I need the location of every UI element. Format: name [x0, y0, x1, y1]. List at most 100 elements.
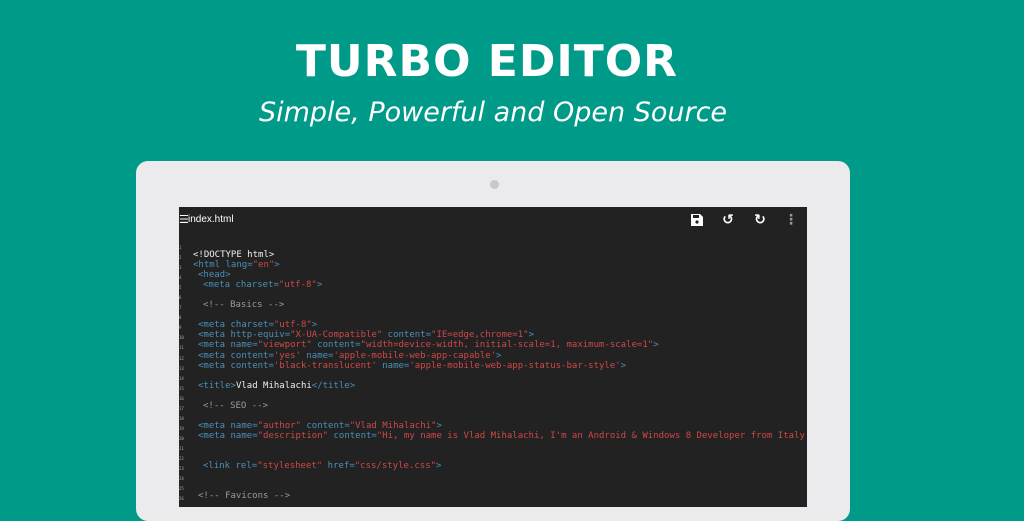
editor-screen: ☰ index.html ↺ ↻ ⋮ 1 2 <!DOCTYPE html> 3 <ht…: [179, 207, 807, 507]
code-token: name=: [230, 340, 258, 351]
code-token: >: [436, 461, 442, 472]
code-line[interactable]: 5 <meta charset="utf-8">: [179, 280, 807, 290]
code-token: <meta: [198, 430, 231, 441]
code-token: <meta: [203, 280, 236, 291]
tablet-frame: ☰ index.html ↺ ↻ ⋮ 1 2 <!DOCTYPE html> 3 <ht…: [136, 161, 850, 521]
code-line[interactable]: 14: [179, 371, 807, 381]
code-token: name=: [230, 430, 258, 441]
line-text: <link rel="stylesheet" href="css/style.c…: [203, 461, 441, 471]
code-token: lang=: [225, 260, 253, 271]
code-token: <html: [193, 260, 226, 271]
code-line[interactable]: 12 <meta content='yes' name='apple-mobile…: [179, 351, 807, 361]
line-text: <meta name="viewport" content="width=dev…: [198, 340, 659, 350]
code-token: "utf-8": [278, 280, 317, 291]
line-text: <title>Vlad Mihalachi</title>: [198, 381, 355, 391]
code-token: </title>: [311, 380, 356, 391]
file-name[interactable]: index.html: [188, 214, 234, 225]
line-text: <meta name="description" content="Hi, my…: [198, 431, 807, 441]
code-token: "Vlad Mihalachi": [349, 420, 437, 431]
code-token: charset=: [235, 280, 279, 291]
code-token: 'black-translucent': [273, 360, 377, 371]
more-icon[interactable]: ⋮: [783, 212, 799, 228]
line-text: <!-- Basics -->: [203, 300, 284, 310]
camera-dot: [490, 180, 499, 189]
code-token: >: [496, 350, 502, 361]
code-line[interactable]: 8: [179, 310, 807, 320]
code-line[interactable]: 7 <!-- Basics -->: [179, 300, 807, 310]
code-token: <title>: [198, 380, 236, 391]
line-text: <meta charset="utf-8">: [198, 320, 317, 330]
code-token: content=: [300, 420, 350, 431]
code-token: "Hi, my name is Vlad Mihalachi, I'm an A…: [376, 430, 807, 441]
code-token: >: [528, 330, 534, 341]
code-line[interactable]: 2 <!DOCTYPE html>: [179, 250, 807, 260]
code-token: href=: [322, 461, 355, 472]
code-token: 'apple-mobile-web-app-status-bar-style': [409, 360, 621, 371]
code-token: <!-- Basics -->: [203, 300, 285, 311]
code-line[interactable]: 11 <meta name="viewport" content="width=d…: [179, 340, 807, 350]
code-line[interactable]: 9 <meta charset="utf-8">: [179, 320, 807, 330]
code-token: "css/style.css": [354, 461, 437, 472]
code-line[interactable]: 21: [179, 441, 807, 451]
code-token: 'yes': [273, 350, 301, 361]
code-token: >: [436, 420, 442, 431]
code-token: 'apple-mobile-web-app-capable': [333, 350, 497, 361]
code-line[interactable]: 24: [179, 471, 807, 481]
code-token: "stylesheet": [257, 461, 323, 472]
code-token: <meta: [198, 320, 231, 331]
code-token: content=: [230, 350, 274, 361]
code-token: <meta: [198, 420, 231, 431]
code-token: >: [620, 360, 627, 371]
code-token: >: [311, 320, 318, 331]
code-line[interactable]: 4 <head>: [179, 270, 807, 280]
code-line[interactable]: 18: [179, 411, 807, 421]
line-text: <html lang="en">: [193, 260, 280, 270]
code-line[interactable]: 13 <meta content='black-translucent' name…: [179, 361, 807, 371]
undo-icon[interactable]: ↺: [720, 212, 736, 228]
code-line[interactable]: 3 <html lang="en">: [179, 260, 807, 270]
code-line[interactable]: 1: [179, 240, 807, 250]
code-token: <meta: [198, 360, 231, 371]
code-line[interactable]: 17 <!-- SEO -->: [179, 401, 807, 411]
code-token: name=: [300, 350, 334, 361]
code-line[interactable]: 15 <title>Vlad Mihalachi</title>: [179, 381, 807, 391]
code-token: "author": [257, 420, 301, 431]
code-line[interactable]: 23 <link rel="stylesheet" href="css/style…: [179, 461, 807, 471]
code-token: "viewport": [257, 340, 312, 351]
code-token: "width=device-width, initial-scale=1, ma…: [360, 340, 654, 351]
code-token: <head>: [198, 270, 231, 281]
code-area[interactable]: 1 2 <!DOCTYPE html> 3 <html lang="en"> 4 <head…: [179, 240, 807, 501]
redo-icon[interactable]: ↻: [752, 212, 768, 228]
app-title: TURBO EDITOR: [295, 36, 679, 87]
code-token: charset=: [230, 320, 274, 331]
code-line[interactable]: 25: [179, 481, 807, 491]
line-text: <meta http-equiv="X-UA-Compatible" conte…: [198, 330, 534, 340]
line-text: <meta name="author" content="Vlad Mihala…: [198, 421, 442, 431]
line-number: 26: [179, 496, 184, 502]
code-token: content=: [328, 430, 377, 441]
code-token: <meta: [198, 340, 231, 351]
code-token: name=: [376, 360, 410, 371]
code-token: <!-- SEO -->: [203, 400, 269, 411]
code-line[interactable]: 19 <meta name="author" content="Vlad Miha…: [179, 421, 807, 431]
code-token: rel=: [235, 461, 258, 472]
line-text: <!-- SEO -->: [203, 401, 268, 411]
code-token: "X-UA-Compatible": [290, 330, 383, 341]
code-line[interactable]: 6: [179, 290, 807, 300]
save-icon[interactable]: [689, 212, 705, 228]
code-token: "en": [252, 260, 275, 271]
code-line[interactable]: 16: [179, 391, 807, 401]
code-token: <link: [203, 461, 236, 472]
code-token: content=: [382, 330, 432, 341]
code-token: <meta: [198, 350, 231, 361]
code-token: http-equiv=: [230, 330, 291, 341]
code-token: >: [316, 280, 323, 291]
code-token: "IE=edge,chrome=1": [431, 330, 529, 341]
code-line[interactable]: 20 <meta name="description" content="Hi, …: [179, 431, 807, 441]
app-subtitle: Simple, Powerful and Open Source: [258, 97, 728, 128]
code-line[interactable]: 10 <meta http-equiv="X-UA-Compatible" con…: [179, 330, 807, 340]
line-text: <meta charset="utf-8">: [203, 280, 322, 290]
line-text: <meta content='yes' name='apple-mobile-w…: [198, 351, 501, 361]
code-token: >: [274, 260, 280, 271]
code-line[interactable]: 22: [179, 451, 807, 461]
